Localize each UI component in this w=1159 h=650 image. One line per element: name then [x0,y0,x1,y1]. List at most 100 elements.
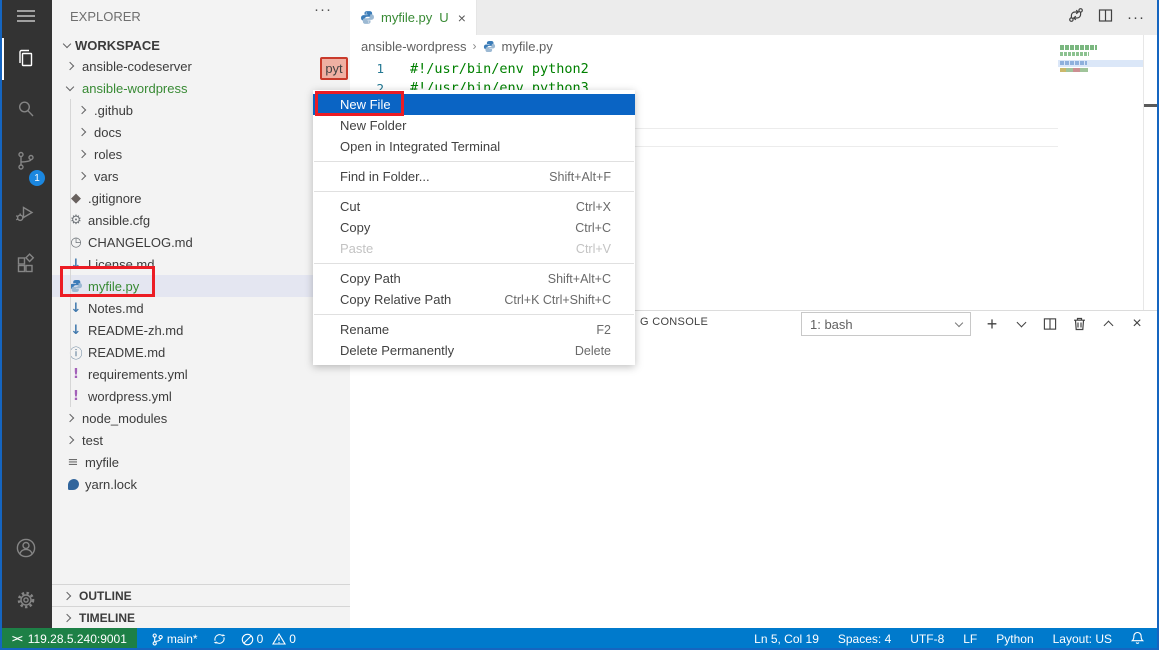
language-mode-item[interactable]: Python [996,632,1033,646]
open-changes-icon[interactable] [1068,7,1084,28]
lines-icon: ≡ [65,455,81,470]
tree-item-readme-zh-md[interactable]: ↓README-zh.md [52,319,350,341]
problems-item[interactable]: 0 0 [241,632,296,646]
extensions-icon[interactable] [2,242,50,288]
menu-item-new-file[interactable]: New File [313,94,635,115]
tab-bar: myfile.py U × ··· [350,0,1157,35]
code-text: #!/usr/bin/env python2 [384,61,589,77]
tree-item-requirements-yml[interactable]: !requirements.yml [52,363,350,385]
sync-icon [213,633,226,645]
menu-item-shortcut: Ctrl+V [576,242,611,256]
menu-item-label: Copy [340,220,370,235]
tree-item-label: vars [94,169,119,184]
sync-changes-item[interactable] [213,633,226,645]
timeline-section-header[interactable]: TIMELINE [52,606,350,628]
tree-item-label: ansible-codeserver [82,59,192,74]
tree-item-license-md[interactable]: ↓License.md [52,253,350,275]
new-terminal-icon[interactable]: + [984,316,1000,332]
menu-item-shortcut: Shift+Alt+F [549,170,611,184]
tree-item-label: node_modules [82,411,167,426]
tree-item-myfile[interactable]: ≡myfile [52,451,350,473]
menu-item-paste: PasteCtrl+V [313,238,635,259]
tree-item-github[interactable]: .github [52,99,350,121]
tree-item-label: ansible-wordpress [82,81,188,96]
sidebar-more-actions-icon[interactable]: ··· [314,1,332,18]
breadcrumb-file[interactable]: myfile.py [502,39,553,54]
tree-item-roles[interactable]: roles [52,143,350,165]
editor-more-actions-icon[interactable]: ··· [1127,9,1145,26]
tree-item-readme-md[interactable]: ⓘREADME.md [52,341,350,363]
tree-item-test[interactable]: test [52,429,350,451]
workspace-section-header[interactable]: WORKSPACE [52,35,350,55]
menu-item-shortcut: Ctrl+K Ctrl+Shift+C [504,293,611,307]
tab-git-status: U [439,10,448,25]
chevron-right-icon [74,107,90,113]
remote-indicator[interactable]: >< 119.28.5.240:9001 [0,628,137,650]
git-branch-item[interactable]: main* [152,632,198,646]
run-debug-icon[interactable] [2,190,50,236]
outline-section-header[interactable]: OUTLINE [52,584,350,606]
menu-separator [314,314,634,315]
tree-item-gitignore[interactable]: ◆.gitignore [52,187,350,209]
menu-item-cut[interactable]: CutCtrl+X [313,196,635,217]
status-bar: >< 119.28.5.240:9001 main* 0 0 Ln 5, Col… [0,628,1159,650]
menu-item-find-in-folder[interactable]: Find in Folder...Shift+Alt+F [313,166,635,187]
menu-item-copy[interactable]: CopyCtrl+C [313,217,635,238]
tree-item-ansible-cfg[interactable]: ⚙ansible.cfg [52,209,350,231]
tree-item-changelog-md[interactable]: ◷CHANGELOG.md [52,231,350,253]
tree-item-ansible-codeserver[interactable]: ansible-codeserver [52,55,350,77]
menu-item-copy-path[interactable]: Copy PathShift+Alt+C [313,268,635,289]
menu-hamburger-icon[interactable] [2,4,50,28]
breadcrumb-folder[interactable]: ansible-wordpress [361,39,467,54]
encoding-item[interactable]: UTF-8 [910,632,944,646]
yarn-icon [65,479,81,490]
notifications-bell-icon[interactable] [1131,631,1144,648]
menu-item-open-in-integrated-terminal[interactable]: Open in Integrated Terminal [313,136,635,157]
tree-item-docs[interactable]: docs [52,121,350,143]
tree-item-notes-md[interactable]: ↓Notes.md [52,297,350,319]
tab-myfile-py[interactable]: myfile.py U × [350,0,477,35]
split-editor-icon[interactable] [1098,8,1113,28]
tree-item-yarn-lock[interactable]: yarn.lock [52,473,350,495]
tree-item-node-modules[interactable]: node_modules [52,407,350,429]
terminal-dropdown-chevron-icon[interactable] [1013,316,1029,332]
kill-terminal-trash-icon[interactable] [1071,316,1087,332]
settings-gear-icon[interactable] [2,578,50,622]
keyboard-layout-item[interactable]: Layout: US [1053,632,1112,646]
tab-close-icon[interactable]: × [458,10,466,26]
indent-guide [70,99,71,407]
tree-item-wordpress-yml[interactable]: !wordpress.yml [52,385,350,407]
tree-item-vars[interactable]: vars [52,165,350,187]
maximize-panel-icon[interactable] [1100,316,1116,332]
menu-item-rename[interactable]: RenameF2 [313,319,635,340]
terminal-picker-select[interactable]: 1: bash [801,312,971,336]
tree-item-ansible-wordpress[interactable]: ansible-wordpress [52,77,350,99]
warning-count: 0 [289,632,296,646]
source-control-icon[interactable]: 1 [2,138,50,184]
terminal-picker-value: 1: bash [810,317,853,332]
close-panel-icon[interactable]: × [1129,316,1145,332]
chevron-right-icon [74,151,90,157]
eol-item[interactable]: LF [963,632,977,646]
tree-item-label: Notes.md [88,301,144,316]
menu-item-delete-permanently[interactable]: Delete PermanentlyDelete [313,340,635,361]
account-icon[interactable] [2,528,50,568]
tree-item-myfile-py[interactable]: myfile.py [52,275,350,297]
tab-label: myfile.py [381,10,432,25]
python-icon [483,40,496,53]
search-icon[interactable] [2,86,50,132]
split-terminal-icon[interactable] [1042,316,1058,332]
menu-item-copy-relative-path[interactable]: Copy Relative PathCtrl+K Ctrl+Shift+C [313,289,635,310]
branch-name: main* [167,632,198,646]
menu-item-new-folder[interactable]: New Folder [313,115,635,136]
panel-tab-debug-console[interactable]: G CONSOLE [640,316,708,328]
scrollbar-cursor-marker[interactable] [1144,104,1157,107]
explorer-icon[interactable] [2,36,50,82]
code-line: 1#!/usr/bin/env python2 [350,59,1141,79]
cursor-position-item[interactable]: Ln 5, Col 19 [754,632,819,646]
python-icon [360,10,375,25]
indentation-item[interactable]: Spaces: 4 [838,632,891,646]
tree-item-label: README.md [88,345,165,360]
menu-item-shortcut: F2 [596,323,611,337]
explorer-sidebar: EXPLORER ··· WORKSPACE ansible-codeserve… [52,0,350,628]
